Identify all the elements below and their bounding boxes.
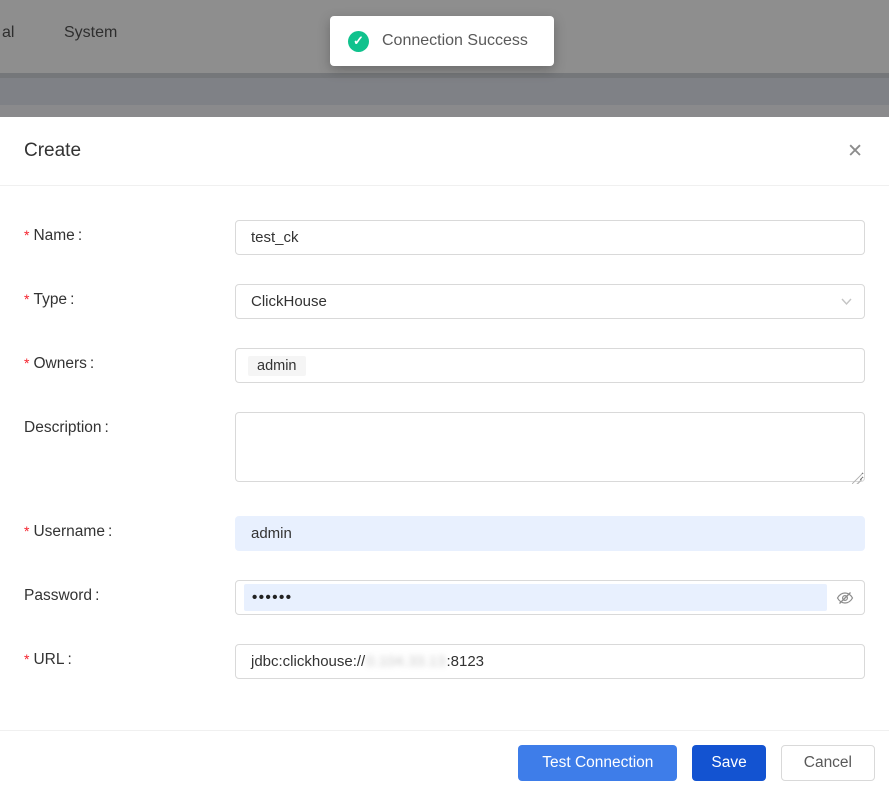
create-modal: Create ✕ *Name: *Type: ClickHouse — [0, 117, 889, 794]
close-icon[interactable]: ✕ — [847, 142, 863, 161]
password-label: Password: — [24, 580, 235, 605]
dimmed-content-band — [0, 78, 889, 105]
type-label: *Type: — [24, 284, 235, 309]
type-select-value: ClickHouse — [251, 293, 327, 310]
label-colon: : — [95, 587, 99, 604]
eye-invisible-icon[interactable] — [836, 589, 854, 607]
username-input[interactable] — [235, 516, 865, 551]
description-label-text: Description — [24, 419, 102, 436]
name-label-text: Name — [33, 227, 74, 244]
tab-system[interactable]: System — [64, 24, 117, 42]
chevron-down-icon — [840, 295, 853, 313]
form-row-type: *Type: ClickHouse — [24, 284, 865, 319]
label-colon: : — [67, 651, 71, 668]
success-check-icon: ✓ — [348, 31, 369, 52]
required-mark: * — [24, 291, 29, 307]
owner-tag: admin — [248, 356, 306, 376]
username-label: *Username: — [24, 516, 235, 541]
required-mark: * — [24, 355, 29, 371]
modal-title: Create — [24, 140, 81, 162]
modal-header: Create ✕ — [0, 117, 889, 186]
label-colon: : — [108, 523, 112, 540]
url-label-text: URL — [33, 651, 64, 668]
url-suffix: :8123 — [446, 653, 484, 670]
form-row-password: Password: — [24, 580, 865, 615]
username-label-text: Username — [33, 523, 105, 540]
cancel-button[interactable]: Cancel — [781, 745, 875, 781]
password-field — [235, 580, 865, 615]
type-label-text: Type — [33, 291, 67, 308]
form-row-name: *Name: — [24, 220, 865, 255]
type-select[interactable]: ClickHouse — [235, 284, 865, 319]
description-label: Description: — [24, 412, 235, 437]
label-colon: : — [90, 355, 94, 372]
dimmed-content-band-2 — [0, 105, 889, 117]
toast-connection-success: ✓ Connection Success — [330, 16, 554, 66]
required-mark: * — [24, 227, 29, 243]
form-row-username: *Username: — [24, 516, 865, 551]
url-input[interactable]: jdbc:clickhouse://0.104.33.13:8123 — [235, 644, 865, 679]
owners-input[interactable]: admin — [235, 348, 865, 383]
form-row-url: *URL: jdbc:clickhouse://0.104.33.13:8123 — [24, 644, 865, 679]
label-colon: : — [70, 291, 74, 308]
label-colon: : — [105, 419, 109, 436]
tab-partial[interactable]: al — [2, 24, 14, 42]
password-input[interactable] — [244, 584, 827, 611]
form-row-description: Description: — [24, 412, 865, 487]
test-connection-button[interactable]: Test Connection — [518, 745, 677, 781]
save-button[interactable]: Save — [692, 745, 765, 781]
description-textarea[interactable] — [235, 412, 865, 482]
form-row-owners: *Owners: admin — [24, 348, 865, 383]
url-label: *URL: — [24, 644, 235, 669]
owners-label-text: Owners — [33, 355, 86, 372]
label-colon: : — [78, 227, 82, 244]
required-mark: * — [24, 651, 29, 667]
toast-message: Connection Success — [382, 32, 528, 50]
owners-label: *Owners: — [24, 348, 235, 373]
url-prefix: jdbc:clickhouse:// — [251, 653, 365, 670]
name-input[interactable] — [235, 220, 865, 255]
url-redacted-host: 0.104.33.13 — [366, 653, 445, 670]
modal-body: *Name: *Type: ClickHouse *Owne — [0, 186, 889, 679]
password-label-text: Password — [24, 587, 92, 604]
name-label: *Name: — [24, 220, 235, 245]
modal-footer: Test Connection Save Cancel — [0, 730, 889, 794]
required-mark: * — [24, 523, 29, 539]
